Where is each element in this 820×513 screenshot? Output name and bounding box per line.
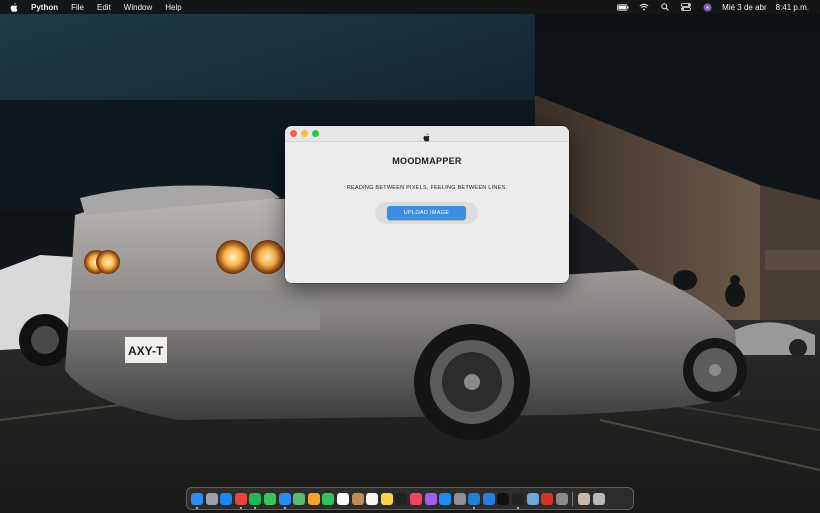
- launchpad-dock-icon[interactable]: [205, 492, 218, 505]
- upload-button-container: UPLOAD IMAGE: [375, 202, 478, 224]
- running-indicator: [473, 506, 476, 509]
- menu-bar: Python File Edit Window Help Mié 3 de ab…: [0, 0, 820, 14]
- app-tagline: READING BETWEEN PIXELS, FEELING BETWEEN …: [346, 185, 508, 191]
- finder-dock-icon[interactable]: [191, 492, 203, 509]
- dictionary-dock-icon[interactable]: [555, 492, 568, 505]
- siri-icon[interactable]: [701, 2, 713, 12]
- running-indicator: [196, 506, 198, 509]
- svg-text:AXY-T: AXY-T: [128, 344, 164, 358]
- running-indicator: [517, 506, 520, 509]
- recent-window-dock-icon[interactable]: [578, 492, 591, 505]
- menu-window[interactable]: Window: [124, 3, 152, 12]
- menubar-date[interactable]: Mié 3 de abr: [722, 3, 766, 12]
- battery-icon[interactable]: [617, 2, 629, 12]
- running-indicator: [254, 506, 257, 509]
- trash-dock-icon[interactable]: [592, 492, 605, 505]
- tv-dock-icon[interactable]: [395, 492, 408, 505]
- upload-image-button[interactable]: UPLOAD IMAGE: [387, 206, 466, 220]
- menu-file[interactable]: File: [71, 3, 84, 12]
- spotify-dock-icon[interactable]: [249, 492, 262, 509]
- notes-dock-icon[interactable]: [380, 492, 393, 505]
- minimize-window-button[interactable]: [301, 130, 308, 137]
- vscode-dock-icon[interactable]: [468, 492, 481, 509]
- app-title: MOODMAPPER: [392, 156, 462, 166]
- python-app-icon: [422, 129, 431, 142]
- capcut-dock-icon[interactable]: [497, 492, 510, 505]
- acrobat-dock-icon[interactable]: [541, 492, 554, 505]
- xcode-dock-icon[interactable]: [482, 492, 495, 505]
- window-titlebar[interactable]: [285, 126, 569, 142]
- photos-dock-icon[interactable]: [307, 492, 320, 505]
- mail-dock-icon[interactable]: [278, 492, 291, 509]
- running-indicator: [239, 506, 242, 509]
- zoom-window-button[interactable]: [312, 130, 319, 137]
- menu-edit[interactable]: Edit: [97, 3, 111, 12]
- dock: [186, 487, 634, 510]
- music-dock-icon[interactable]: [409, 492, 422, 505]
- calendar-dock-icon[interactable]: [336, 492, 349, 505]
- dock-separator: [572, 491, 574, 506]
- close-window-button[interactable]: [290, 130, 297, 137]
- app-name-menu[interactable]: Python: [31, 3, 58, 12]
- menu-help[interactable]: Help: [165, 3, 181, 12]
- reminders-dock-icon[interactable]: [366, 492, 379, 505]
- app-store-dock-icon[interactable]: [439, 492, 452, 505]
- menubar-time[interactable]: 8:41 p.m.: [776, 3, 809, 12]
- wifi-icon[interactable]: [638, 2, 650, 12]
- chrome-dock-icon[interactable]: [234, 492, 247, 509]
- control-center-icon[interactable]: [680, 2, 692, 12]
- preview-dock-icon[interactable]: [526, 492, 539, 505]
- apple-menu-icon[interactable]: [9, 2, 18, 13]
- terminal-dock-icon[interactable]: [512, 492, 525, 509]
- facetime-dock-icon[interactable]: [322, 492, 335, 505]
- messages-dock-icon[interactable]: [263, 492, 276, 505]
- running-indicator: [283, 506, 286, 509]
- system-settings-dock-icon[interactable]: [453, 492, 466, 505]
- maps-dock-icon[interactable]: [293, 492, 306, 505]
- safari-dock-icon[interactable]: [220, 492, 233, 505]
- spotlight-search-icon[interactable]: [659, 2, 671, 12]
- podcasts-dock-icon[interactable]: [424, 492, 437, 505]
- contacts-dock-icon[interactable]: [351, 492, 364, 505]
- app-window: MOODMAPPER READING BETWEEN PIXELS, FEELI…: [285, 126, 569, 283]
